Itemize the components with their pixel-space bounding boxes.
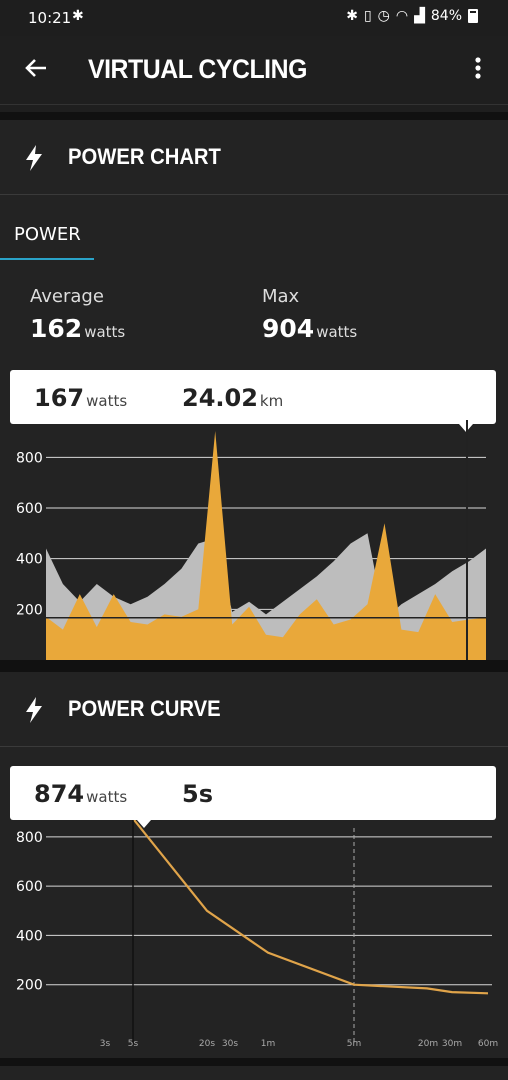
power-chart-plot[interactable]: 200 400 600 800 [0,420,508,660]
tooltip-power-unit: watts [86,392,128,410]
x-tick-label: 20m [418,1039,438,1049]
status-time: 10:21 [28,9,72,27]
tooltip-distance-value: 24.02 [182,384,258,412]
power-chart-card: POWER CHART POWER Average 162 watts Max 9… [0,120,508,660]
average-unit: watts [84,323,126,341]
power-curve-title: POWER CURVE [68,696,221,721]
y-tick-label: 600 [16,879,43,895]
x-tick-label: 30m [442,1039,462,1049]
x-tick-label: 3s [100,1039,111,1049]
average-value: 162 [30,314,83,343]
battery-icon [468,9,478,23]
y-tick-label: 800 [16,830,43,846]
section-divider [0,1058,508,1066]
curve-tooltip-power: 874 watts [34,780,127,808]
wifi-icon: ◠ [395,8,409,24]
power-curve-line [45,812,489,995]
y-tick-label: 200 [16,978,43,994]
x-tick-label: 1m [261,1039,276,1049]
max-unit: watts [316,323,358,341]
y-tick-label: 400 [16,928,43,944]
tooltip-distance-unit: km [259,392,284,410]
curve-tooltip-power-unit: watts [86,788,128,806]
power-chart-tooltip: 167 watts 24.02 km [10,370,496,432]
power-curve-tooltip: 874 watts 5s [10,766,496,828]
status-icons: ✱ ▯ ◷ ◠ ▟ 84% [346,8,478,24]
lightning-bolt-icon [26,697,42,723]
max-label: Max [262,286,300,307]
y-tick-label: 800 [16,450,43,466]
app-bar: VIRTUAL CYCLING [0,36,508,105]
tooltip-caret [137,820,151,828]
power-chart-title: POWER CHART [68,144,221,169]
bluetooth-icon: ✱ [72,8,84,24]
x-tick-label: 30s [222,1039,238,1049]
y-tick-label: 400 [16,552,43,568]
back-arrow-icon[interactable] [22,54,50,82]
page-title: VIRTUAL CYCLING [88,54,307,84]
x-tick-label: 20s [199,1039,215,1049]
x-tick-label: 5m [347,1039,362,1049]
section-divider [0,660,508,672]
status-bar: 10:21 ✱ ✱ ▯ ◷ ◠ ▟ 84% [0,0,508,36]
battery-percent: 84% [430,8,462,24]
next-card-edge [0,1066,508,1080]
tab-power-label: POWER [14,224,81,245]
power-chart-header: POWER CHART [0,120,508,195]
average-label: Average [30,286,104,307]
y-tick-label: 600 [16,501,43,517]
y-tick-label: 200 [16,602,43,618]
vibrate-icon: ▯ [363,8,372,24]
signal-icon: ▟ [414,8,425,24]
power-curve-card: POWER CURVE 200 400 600 800 3s 5s 20s 30s 1m 5m 20… [0,672,508,1058]
power-curve-plot[interactable]: 200 400 600 800 3s 5s 20s 30s 1m 5m 20m 30m 60m [0,812,508,1058]
x-tick-label: 60m [478,1039,498,1049]
section-divider [0,112,508,120]
x-tick-label: 5s [128,1039,139,1049]
tooltip-power-value: 167 [34,384,85,412]
tooltip-power: 167 watts [34,384,127,412]
bluetooth-status-icon: ✱ [346,8,358,24]
lightning-bolt-icon [26,145,42,171]
more-options-icon[interactable] [466,54,490,82]
tab-power[interactable]: POWER [0,204,94,260]
max-stat: 904 watts [262,314,357,343]
power-curve-header: POWER CURVE [0,672,508,747]
curve-tooltip-duration: 5s [182,780,213,808]
tooltip-distance: 24.02 km [182,384,283,412]
alarm-icon: ◷ [377,8,390,24]
average-stat: 162 watts [30,314,125,343]
max-value: 904 [262,314,315,343]
curve-tooltip-power-value: 874 [34,780,85,808]
